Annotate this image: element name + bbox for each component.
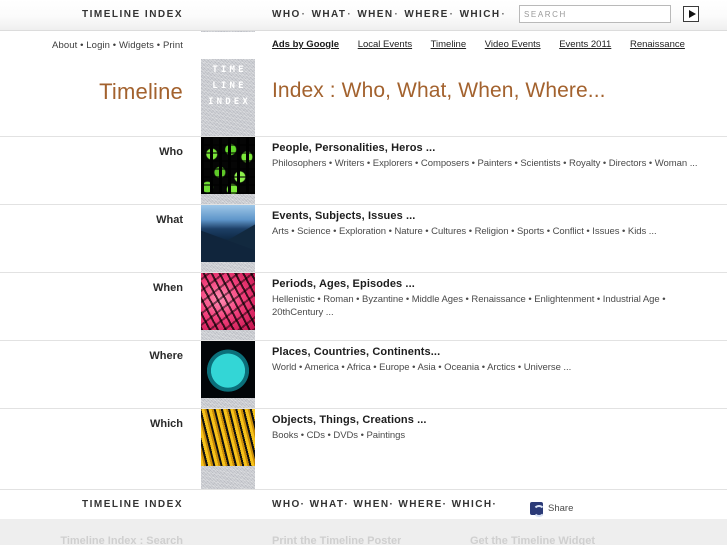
ad-link-renaissance[interactable]: Renaissance — [630, 39, 685, 50]
crowd-of-people-thumbnail[interactable] — [201, 137, 255, 194]
nav-separator: · — [449, 9, 455, 20]
ad-link-local-events[interactable]: Local Events — [358, 39, 412, 50]
page-title: Index : Who, What, When, Where... — [272, 79, 606, 102]
search-submit-button[interactable] — [683, 6, 700, 22]
row-title-when[interactable]: Periods, Ages, Episodes ... — [272, 278, 702, 290]
strip-line-1: TIME — [212, 65, 247, 75]
bottom-col-widget[interactable]: Get the Timeline Widget — [470, 535, 595, 545]
row-subtitle-which: Books • CDs • DVDs • Paintings — [272, 430, 406, 441]
row-label-who: Who — [159, 146, 183, 158]
index-row-what[interactable]: What Events, Subjects, Issues ... Arts •… — [0, 204, 727, 272]
row-subtitle-where: World • America • Africa • Europe • Asia… — [272, 362, 572, 373]
brand-title: TIMELINE INDEX — [81, 9, 183, 20]
index-row-when[interactable]: When Periods, Ages, Episodes ... Helleni… — [0, 272, 727, 340]
ads-bar: Ads by Google Local Events Timeline Vide… — [272, 39, 701, 50]
row-subtitle-who: Philosophers • Writers • Explorers • Com… — [272, 158, 698, 169]
footer-brand: TIMELINE INDEX — [81, 499, 183, 510]
footer-nav-separator: · — [389, 499, 395, 510]
index-rows: Who People, Personalities, Heros ... Phi… — [0, 136, 727, 476]
share-icon[interactable] — [530, 502, 545, 517]
row-subtitle-when: Hellenistic • Roman • Byzantine • Middle… — [272, 294, 666, 318]
books-shelf-thumbnail[interactable] — [201, 409, 255, 466]
search-input[interactable] — [519, 5, 671, 23]
row-body-where: Places, Countries, Continents... World •… — [272, 346, 702, 374]
row-body-who: People, Personalities, Heros ... Philoso… — [272, 142, 702, 170]
row-title-where[interactable]: Places, Countries, Continents... — [272, 346, 702, 358]
globe-world-thumbnail[interactable] — [201, 341, 255, 398]
link-widgets[interactable]: Widgets — [119, 40, 154, 51]
footer-nav-where[interactable]: WHERE — [398, 499, 442, 510]
nav-item-when[interactable]: WHEN — [357, 9, 393, 20]
link-print[interactable]: Print — [163, 40, 183, 51]
footer-nav-which[interactable]: WHICH — [452, 499, 493, 510]
footer-nav: WHO· WHAT· WHEN· WHERE· WHICH· — [272, 499, 497, 510]
meta-separator: • — [156, 40, 161, 51]
row-title-who[interactable]: People, Personalities, Heros ... — [272, 142, 702, 154]
footer-nav-separator: · — [300, 499, 306, 510]
meta-bar: About • Login • Widgets • Print Ads by G… — [0, 32, 727, 59]
link-login[interactable]: Login — [86, 40, 110, 51]
index-row-where[interactable]: Where Places, Countries, Continents... W… — [0, 340, 727, 408]
page-root: TIME LINE INDEX TIMELINE INDEX WHO· WHAT… — [0, 0, 727, 545]
row-subtitle-what: Arts • Science • Exploration • Nature • … — [272, 226, 657, 237]
row-body-what: Events, Subjects, Issues ... Arts • Scie… — [272, 210, 702, 238]
nav-item-what[interactable]: WHAT — [312, 9, 347, 20]
footer-nav-when[interactable]: WHEN — [353, 499, 389, 510]
row-label-what: What — [156, 214, 183, 226]
ad-link-video-events[interactable]: Video Events — [485, 39, 541, 50]
nav-separator: · — [501, 9, 507, 20]
nav-separator: · — [301, 9, 307, 20]
hero-wordmark: Timeline — [99, 79, 183, 104]
meta-separator: • — [112, 40, 117, 51]
bottom-col-search[interactable]: Timeline Index : Search — [0, 535, 183, 545]
numbers-pink-thumbnail[interactable] — [201, 273, 255, 330]
bottom-col-poster[interactable]: Print the Timeline Poster — [272, 535, 401, 545]
primary-nav: WHO· WHAT· WHEN· WHERE· WHICH· — [272, 9, 507, 20]
vertical-brand-strip: TIME LINE INDEX — [201, 62, 255, 110]
nav-separator: · — [347, 9, 353, 20]
share-label[interactable]: Share — [548, 503, 573, 514]
nav-item-which[interactable]: WHICH — [460, 9, 501, 20]
row-label-when: When — [153, 282, 183, 294]
row-label-which: Which — [150, 418, 183, 430]
top-bar: TIMELINE INDEX WHO· WHAT· WHEN· WHERE· W… — [0, 0, 727, 31]
bottom-section: Timeline Index : Search Print the Timeli… — [0, 519, 727, 545]
index-row-which[interactable]: Which Objects, Things, Creations ... Boo… — [0, 408, 727, 476]
footer-nav-separator: · — [442, 499, 448, 510]
row-title-which[interactable]: Objects, Things, Creations ... — [272, 414, 702, 426]
row-label-where: Where — [149, 350, 183, 362]
nav-separator: · — [394, 9, 400, 20]
footer-bar: TIMELINE INDEX WHO· WHAT· WHEN· WHERE· W… — [0, 489, 727, 519]
strip-line-3: INDEX — [207, 97, 252, 107]
footer-nav-separator: · — [344, 499, 350, 510]
search-area — [519, 5, 700, 23]
row-body-when: Periods, Ages, Episodes ... Hellenistic … — [272, 278, 702, 319]
ad-link-timeline[interactable]: Timeline — [431, 39, 467, 50]
footer-nav-who[interactable]: WHO — [272, 499, 301, 510]
ad-link-events-2011[interactable]: Events 2011 — [559, 39, 611, 50]
nav-item-who[interactable]: WHO — [272, 9, 301, 20]
mountain-landscape-thumbnail[interactable] — [201, 205, 255, 262]
row-body-which: Objects, Things, Creations ... Books • C… — [272, 414, 702, 442]
share-control[interactable]: Share — [530, 500, 573, 518]
ads-by-google-label[interactable]: Ads by Google — [272, 39, 339, 50]
meta-separator: • — [80, 40, 84, 51]
nav-item-where[interactable]: WHERE — [404, 9, 448, 20]
row-title-what[interactable]: Events, Subjects, Issues ... — [272, 210, 702, 222]
footer-nav-separator: · — [492, 499, 498, 510]
footer-nav-what[interactable]: WHAT — [310, 499, 345, 510]
hero-section: Timeline Index : Who, What, When, Where.… — [0, 59, 727, 136]
utility-links: About • Login • Widgets • Print — [0, 40, 183, 51]
strip-line-2: LINE — [212, 81, 247, 91]
index-row-who[interactable]: Who People, Personalities, Heros ... Phi… — [0, 136, 727, 204]
link-about[interactable]: About — [52, 40, 77, 51]
